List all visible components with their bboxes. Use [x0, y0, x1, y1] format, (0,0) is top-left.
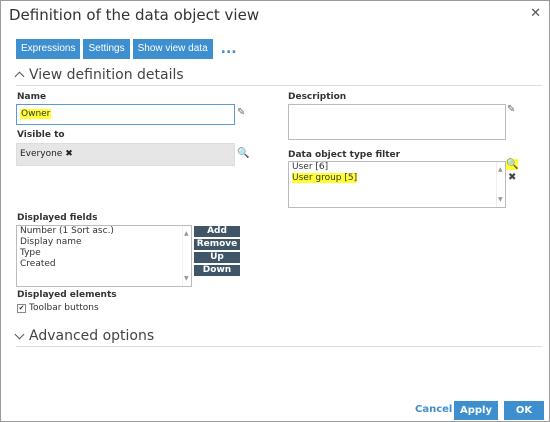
dialog-title: Definition of the data object view: [9, 6, 260, 24]
description-label: Description: [288, 92, 347, 102]
more-options-button[interactable]: ...: [221, 41, 237, 57]
chevron-up-icon: [14, 71, 25, 82]
remove-icon[interactable]: ✖: [508, 172, 516, 183]
scroll-down-icon[interactable]: ▼: [498, 194, 503, 205]
displayed-elements-label: Displayed elements: [17, 290, 117, 300]
dialog: Definition of the data object view ✕ Exp…: [0, 0, 550, 422]
move-up-button[interactable]: Up: [194, 252, 240, 263]
scroll-down-icon[interactable]: ▼: [184, 273, 189, 284]
scroll-up-icon[interactable]: ▲: [184, 228, 189, 239]
visible-to-tag: Everyone ✖: [20, 149, 73, 159]
list-item-highlighted: User group [5]: [292, 173, 358, 183]
description-field[interactable]: [288, 104, 506, 140]
divider: [16, 346, 542, 347]
remove-tag-icon[interactable]: ✖: [65, 149, 73, 159]
visible-to-field[interactable]: Everyone ✖: [16, 143, 235, 166]
section-view-definition[interactable]: View definition details: [14, 67, 184, 83]
name-field[interactable]: Owner: [16, 104, 235, 125]
name-label: Name: [17, 92, 47, 102]
name-value: Owner: [20, 109, 52, 119]
divider: [16, 85, 542, 86]
toolbar-buttons-checkbox[interactable]: ✔ Toolbar buttons: [17, 303, 99, 313]
search-icon[interactable]: 🔍: [506, 159, 519, 170]
edit-icon[interactable]: ✎: [507, 104, 515, 115]
list-item[interactable]: Type: [17, 248, 191, 259]
section-title: View definition details: [29, 67, 184, 83]
remove-field-button[interactable]: Remove: [194, 239, 240, 250]
list-item[interactable]: Display name: [17, 237, 191, 248]
toolbar-buttons-label: Toolbar buttons: [29, 303, 99, 313]
checkbox-icon[interactable]: ✔: [17, 303, 26, 313]
cancel-button[interactable]: Cancel: [415, 404, 452, 415]
settings-button[interactable]: Settings: [83, 39, 130, 59]
apply-button[interactable]: Apply: [454, 401, 498, 420]
move-down-button[interactable]: Down: [194, 265, 240, 276]
close-icon[interactable]: ✕: [530, 6, 541, 21]
type-filter-label: Data object type filter: [288, 150, 401, 160]
section-title: Advanced options: [29, 328, 155, 344]
displayed-fields-label: Displayed fields: [17, 213, 98, 223]
ok-button[interactable]: OK: [504, 401, 544, 420]
scrollbar[interactable]: ▲ ▼: [182, 226, 191, 286]
expressions-button[interactable]: Expressions: [16, 39, 81, 59]
type-filter-list[interactable]: User [6] User group [5] ▲ ▼: [288, 161, 506, 208]
toolbar: Expressions Settings Show view data ...: [16, 39, 237, 59]
list-item[interactable]: User [6]: [289, 162, 505, 173]
visible-to-tag-label: Everyone: [20, 149, 63, 159]
add-field-button[interactable]: Add: [194, 226, 240, 237]
displayed-fields-list[interactable]: Number (1 Sort asc.) Display name Type C…: [16, 225, 192, 287]
edit-icon[interactable]: ✎: [237, 107, 245, 118]
list-item[interactable]: Number (1 Sort asc.): [17, 226, 191, 237]
visible-to-label: Visible to: [17, 130, 65, 140]
scroll-up-icon[interactable]: ▲: [498, 164, 503, 175]
search-icon[interactable]: 🔍: [237, 148, 249, 159]
list-item[interactable]: User group [5]: [289, 173, 505, 184]
scrollbar[interactable]: ▲ ▼: [496, 162, 505, 207]
chevron-down-icon: [14, 329, 25, 340]
section-advanced-options[interactable]: Advanced options: [14, 328, 155, 344]
list-item[interactable]: Created: [17, 259, 191, 270]
show-view-data-button[interactable]: Show view data: [132, 39, 213, 59]
